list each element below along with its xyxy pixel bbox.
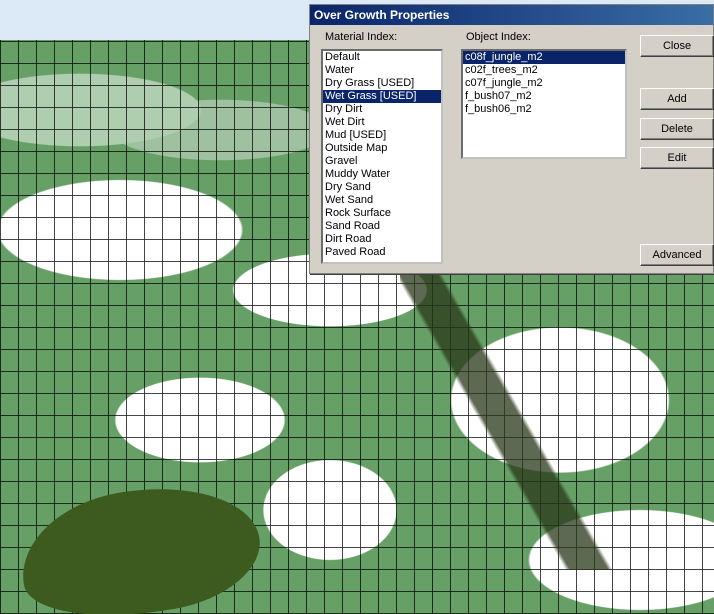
material-index-label: Material Index: xyxy=(325,31,398,43)
advanced-button[interactable]: Advanced xyxy=(640,244,714,266)
list-item[interactable]: Wet Grass [USED] xyxy=(323,90,441,103)
overgrowth-trees xyxy=(400,270,700,570)
object-index-label: Object Index: xyxy=(466,31,531,43)
list-item[interactable]: Dirt Road xyxy=(323,233,441,246)
list-item[interactable]: f_bush06_m2 xyxy=(463,103,625,116)
overgrowth-properties-dialog: Over Growth Properties Material Index: D… xyxy=(309,4,714,274)
list-item[interactable]: Wet Sand xyxy=(323,194,441,207)
list-item[interactable]: Dry Dirt xyxy=(323,103,441,116)
list-item[interactable]: Muddy Water xyxy=(323,168,441,181)
material-index-list[interactable]: Default Water Dry Grass [USED] Wet Grass [U… xyxy=(321,49,443,264)
list-item[interactable]: c08f_jungle_m2 xyxy=(463,51,625,64)
close-button[interactable]: Close xyxy=(640,35,714,57)
list-item[interactable]: Default xyxy=(323,51,441,64)
list-item[interactable]: Mud [USED] xyxy=(323,129,441,142)
list-item[interactable]: f_bush07_m2 xyxy=(463,90,625,103)
object-index-list[interactable]: c08f_jungle_m2 c02f_trees_m2 c07f_jungle_m… xyxy=(461,49,627,159)
list-item[interactable]: Outside Map xyxy=(323,142,441,155)
list-item[interactable]: Rock Surface xyxy=(323,207,441,220)
delete-button[interactable]: Delete xyxy=(640,118,714,140)
add-button[interactable]: Add xyxy=(640,88,714,110)
edit-button[interactable]: Edit xyxy=(640,147,714,169)
list-item[interactable]: Paved Road xyxy=(323,246,441,259)
list-item[interactable]: Dry Sand xyxy=(323,181,441,194)
list-item[interactable]: Wet Dirt xyxy=(323,116,441,129)
list-item[interactable]: Water xyxy=(323,64,441,77)
list-item[interactable]: Gravel xyxy=(323,155,441,168)
list-item[interactable]: c07f_jungle_m2 xyxy=(463,77,625,90)
list-item[interactable]: c02f_trees_m2 xyxy=(463,64,625,77)
list-item[interactable]: Sand Road xyxy=(323,220,441,233)
list-item[interactable]: Dry Grass [USED] xyxy=(323,77,441,90)
dialog-title: Over Growth Properties xyxy=(310,5,713,25)
